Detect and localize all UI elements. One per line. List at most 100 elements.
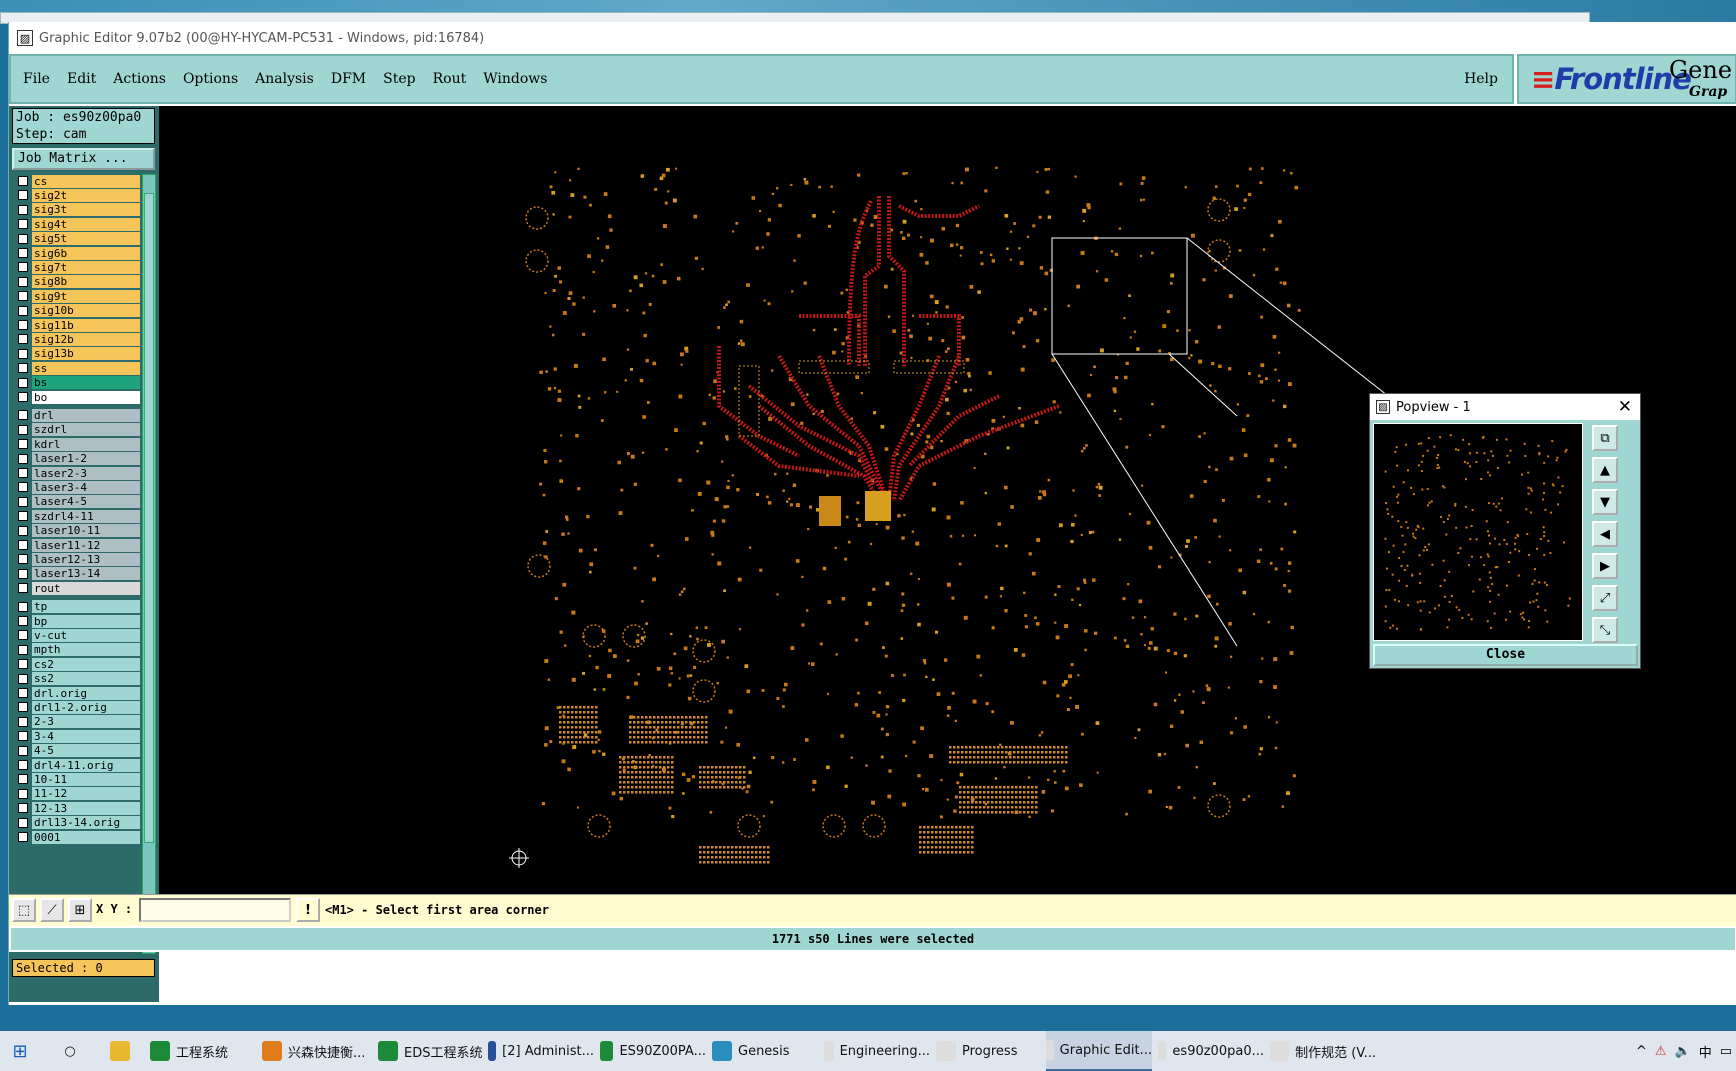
layer-name[interactable]: laser13-14 (32, 567, 140, 581)
layer-row[interactable]: bp (12, 614, 140, 628)
layer-row[interactable]: cs (12, 174, 140, 188)
layer-row[interactable]: v-cut (12, 628, 140, 642)
layer-checkbox[interactable] (18, 583, 28, 594)
layer-row[interactable]: ss (12, 361, 140, 375)
layer-name[interactable]: rout (32, 581, 140, 595)
pan-up-icon[interactable]: ▲ (1592, 457, 1618, 483)
layer-name[interactable]: sig2t (32, 188, 140, 202)
layer-checkbox[interactable] (18, 568, 28, 579)
layer-checkbox[interactable] (18, 760, 28, 770)
layer-name[interactable]: laser11-12 (32, 538, 140, 552)
layer-checkbox[interactable] (18, 511, 28, 522)
zoom-in-icon[interactable]: ⤢ (1592, 585, 1618, 611)
tray-up-icon[interactable]: ^ (1636, 1044, 1647, 1059)
layer-name[interactable]: laser12-13 (32, 552, 140, 566)
zoom-fit-icon[interactable]: ⧉ (1592, 425, 1618, 451)
menu-analysis[interactable]: Analysis (255, 71, 314, 87)
layer-checkbox[interactable] (18, 540, 28, 550)
layer-row[interactable]: 11-12 (12, 787, 140, 801)
layer-row[interactable]: sig9t (12, 289, 140, 303)
layer-row[interactable]: sig10b (12, 304, 140, 318)
layer-checkbox[interactable] (18, 673, 28, 684)
layer-name[interactable]: ss2 (32, 672, 140, 686)
layer-row[interactable]: sig3t (12, 203, 140, 217)
layer-row[interactable]: sig2t (12, 188, 140, 202)
layer-checkbox[interactable] (18, 204, 28, 215)
taskbar-item[interactable]: Genesis (712, 1031, 818, 1071)
layer-checkbox[interactable] (18, 453, 28, 464)
layer-name[interactable]: ss (32, 361, 140, 375)
layer-name[interactable]: sig10b (32, 304, 140, 318)
notification-icon[interactable]: ▭ (1720, 1044, 1732, 1059)
pan-left-icon[interactable]: ◀ (1592, 521, 1618, 547)
layer-name[interactable]: laser2-3 (32, 466, 140, 480)
layer-row[interactable]: 2-3 (12, 715, 140, 729)
taskbar-item[interactable]: Graphic Edit... (1046, 1031, 1152, 1071)
layer-name[interactable]: sig9t (32, 289, 140, 303)
layer-checkbox[interactable] (18, 424, 28, 435)
layer-row[interactable]: drl1-2.orig (12, 700, 140, 714)
layer-checkbox[interactable] (18, 731, 28, 742)
grid-snap-icon[interactable]: ⊞ (68, 898, 92, 922)
layer-checkbox[interactable] (18, 525, 28, 536)
layer-name[interactable]: 3-4 (32, 729, 140, 743)
popview-canvas[interactable] (1373, 423, 1583, 641)
layer-row[interactable]: 0001 (12, 830, 140, 844)
menu-dfm[interactable]: DFM (331, 71, 366, 87)
layer-row[interactable]: drl.orig (12, 686, 140, 700)
layer-checkbox[interactable] (18, 233, 28, 244)
layer-row[interactable]: tp (12, 600, 140, 614)
layer-name[interactable]: sig4t (32, 217, 140, 231)
layer-checkbox[interactable] (18, 601, 28, 612)
taskbar-item[interactable]: [2] Administ... (488, 1031, 594, 1071)
layer-name[interactable]: sig6b (32, 246, 140, 260)
layer-checkbox[interactable] (18, 644, 28, 655)
layer-checkbox[interactable] (18, 496, 28, 507)
popview-titlebar[interactable]: ▨ Popview - 1 ✕ (1370, 394, 1640, 420)
layer-checkbox[interactable] (18, 334, 28, 345)
layer-name[interactable]: 0001 (32, 830, 140, 844)
layer-name[interactable]: drl (32, 408, 140, 422)
taskbar-item[interactable]: 工程系统 (150, 1031, 256, 1071)
zoom-area-icon[interactable]: ⬚ (12, 898, 36, 922)
taskbar-item[interactable]: 制作规范 (V... (1270, 1031, 1376, 1071)
layer-checkbox[interactable] (18, 176, 28, 186)
layer-row[interactable]: drl (12, 408, 140, 422)
layer-name[interactable]: drl13-14.orig (32, 816, 140, 830)
layer-name[interactable]: 12-13 (32, 801, 140, 815)
taskbar-item[interactable]: es90z00pa0... (1158, 1031, 1264, 1071)
search-button[interactable]: ○ (60, 1031, 88, 1071)
layer-name[interactable]: sig13b (32, 347, 140, 361)
layer-row[interactable]: laser1-2 (12, 452, 140, 466)
layer-name[interactable]: cs (32, 174, 140, 188)
layer-checkbox[interactable] (18, 377, 28, 388)
layer-checkbox[interactable] (18, 348, 28, 359)
layer-checkbox[interactable] (18, 320, 28, 330)
layer-checkbox[interactable] (18, 305, 28, 316)
layer-row[interactable]: laser3-4 (12, 480, 140, 494)
layer-name[interactable]: kdrl (32, 437, 140, 451)
layer-row[interactable]: kdrl (12, 437, 140, 451)
layer-checkbox[interactable] (18, 262, 28, 273)
layer-row[interactable]: drl13-14.orig (12, 816, 140, 830)
menu-file[interactable]: File (23, 71, 50, 87)
layer-row[interactable]: sig5t (12, 232, 140, 246)
layer-row[interactable]: bs (12, 376, 140, 390)
execute-button[interactable]: ! (296, 898, 320, 922)
layer-name[interactable]: laser10-11 (32, 524, 140, 538)
layer-row[interactable]: laser10-11 (12, 524, 140, 538)
layer-name[interactable]: sig8b (32, 275, 140, 289)
layer-name[interactable]: 11-12 (32, 787, 140, 801)
layer-row[interactable]: szdrl (12, 423, 140, 437)
layer-name[interactable]: laser4-5 (32, 495, 140, 509)
layer-checkbox[interactable] (18, 817, 28, 828)
layer-row[interactable]: szdrl4-11 (12, 509, 140, 523)
volume-icon[interactable]: 🔈 (1675, 1044, 1691, 1059)
layer-row[interactable]: sig6b (12, 246, 140, 260)
title-bar[interactable]: ▨ Graphic Editor 9.07b2 (00@HY-HYCAM-PC5… (9, 22, 1736, 54)
layer-checkbox[interactable] (18, 659, 28, 670)
layer-checkbox[interactable] (18, 276, 28, 287)
layer-name[interactable]: sig12b (32, 332, 140, 346)
menu-edit[interactable]: Edit (67, 71, 96, 87)
layer-checkbox[interactable] (18, 832, 28, 842)
